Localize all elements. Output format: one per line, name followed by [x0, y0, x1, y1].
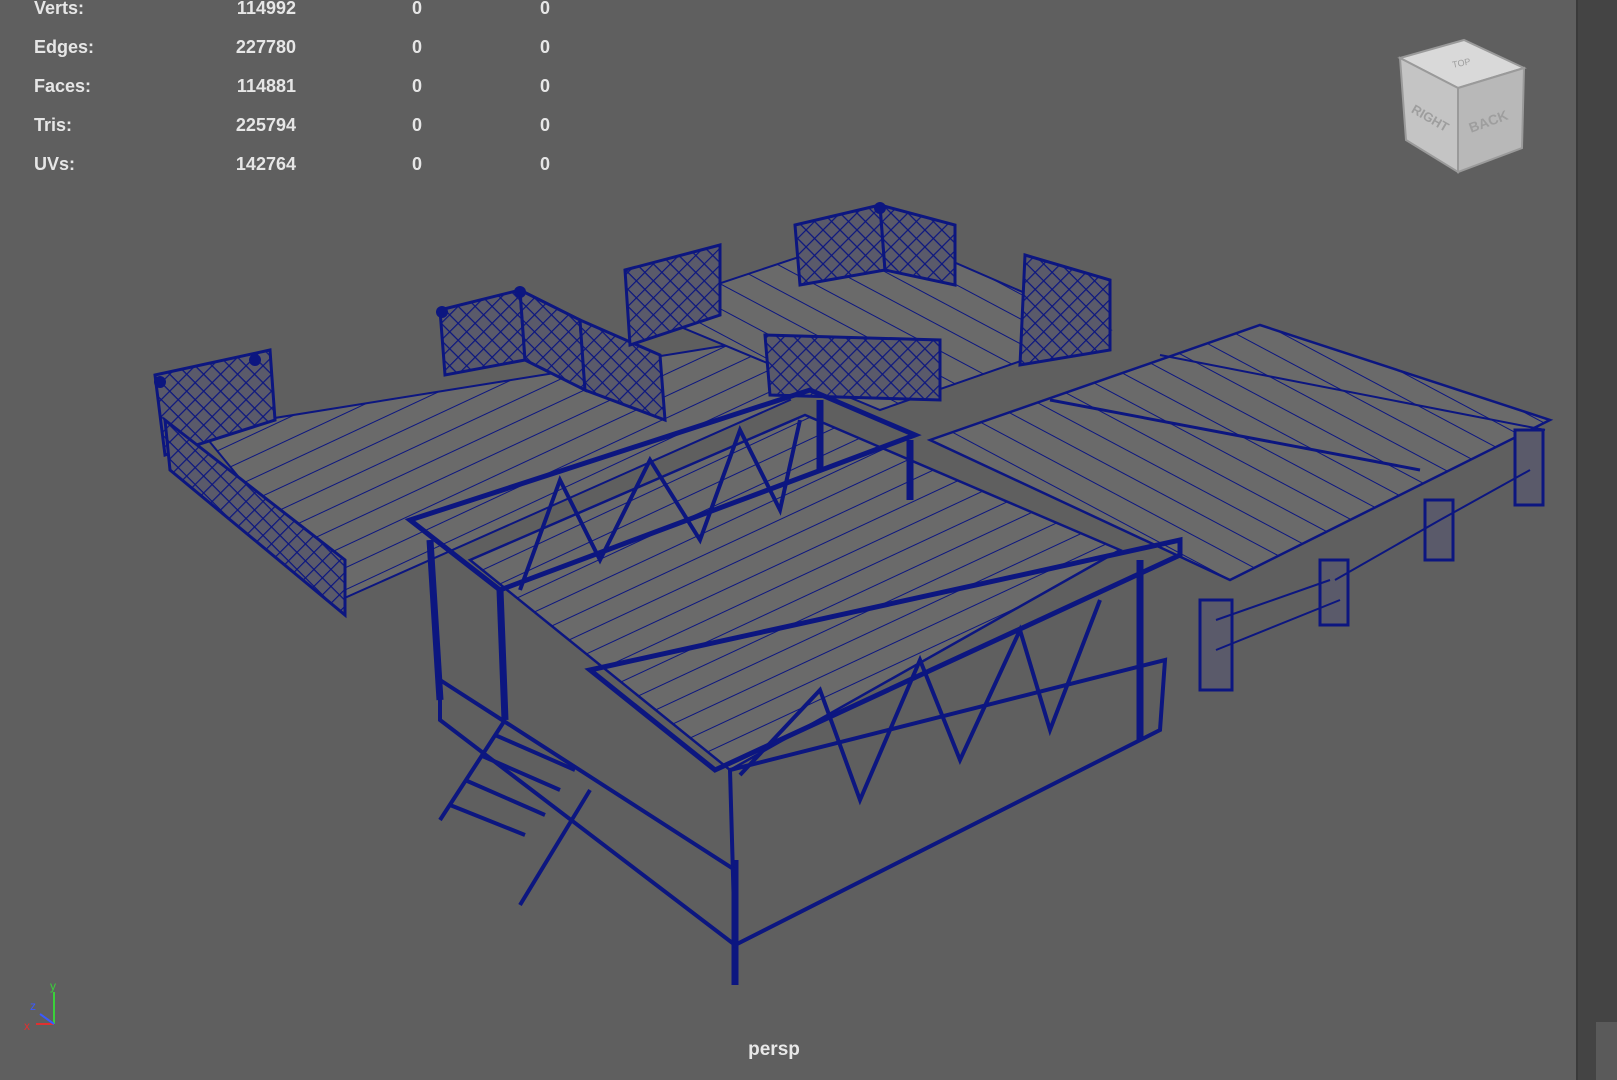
hud-value-selected: 0 — [411, 154, 422, 174]
hud-value: 114881 — [236, 76, 296, 96]
hud-value-component: 0 — [539, 0, 550, 18]
view-cube-icon[interactable]: TOP RIGHT BACK — [1392, 36, 1532, 176]
hud-value: 227780 — [235, 37, 296, 57]
axis-gizmo-icon: x y z — [24, 980, 56, 1032]
right-side-panel-edge — [1576, 0, 1617, 1080]
axis-y-label: y — [50, 980, 56, 993]
hud-label: Edges: — [34, 37, 95, 57]
perspective-viewport[interactable]: Verts: 114992 0 0 Edges: 227780 0 0 Face… — [0, 0, 1576, 1080]
axis-x-label: x — [24, 1019, 30, 1032]
hud-value-component: 0 — [539, 76, 550, 96]
panel-tab[interactable] — [1596, 1022, 1617, 1080]
hud-value-component: 0 — [539, 37, 550, 57]
hud-value: 142764 — [235, 154, 296, 174]
hud-value-selected: 0 — [411, 76, 422, 96]
hud-label: UVs: — [34, 154, 76, 174]
hud-value-selected: 0 — [411, 115, 422, 135]
axis-z-label: z — [30, 999, 36, 1013]
hud-value-component: 0 — [539, 154, 550, 174]
camera-name-label: persp — [748, 1039, 800, 1060]
hud-label: Verts: — [34, 0, 85, 18]
hud-value-selected: 0 — [411, 37, 422, 57]
hud-value-component: 0 — [539, 115, 550, 135]
hud-label: Faces: — [34, 76, 92, 96]
hud-value: 114992 — [236, 0, 296, 18]
hud-value-selected: 0 — [411, 0, 422, 18]
hud-value: 225794 — [235, 115, 296, 135]
hud-label: Tris: — [34, 115, 73, 135]
